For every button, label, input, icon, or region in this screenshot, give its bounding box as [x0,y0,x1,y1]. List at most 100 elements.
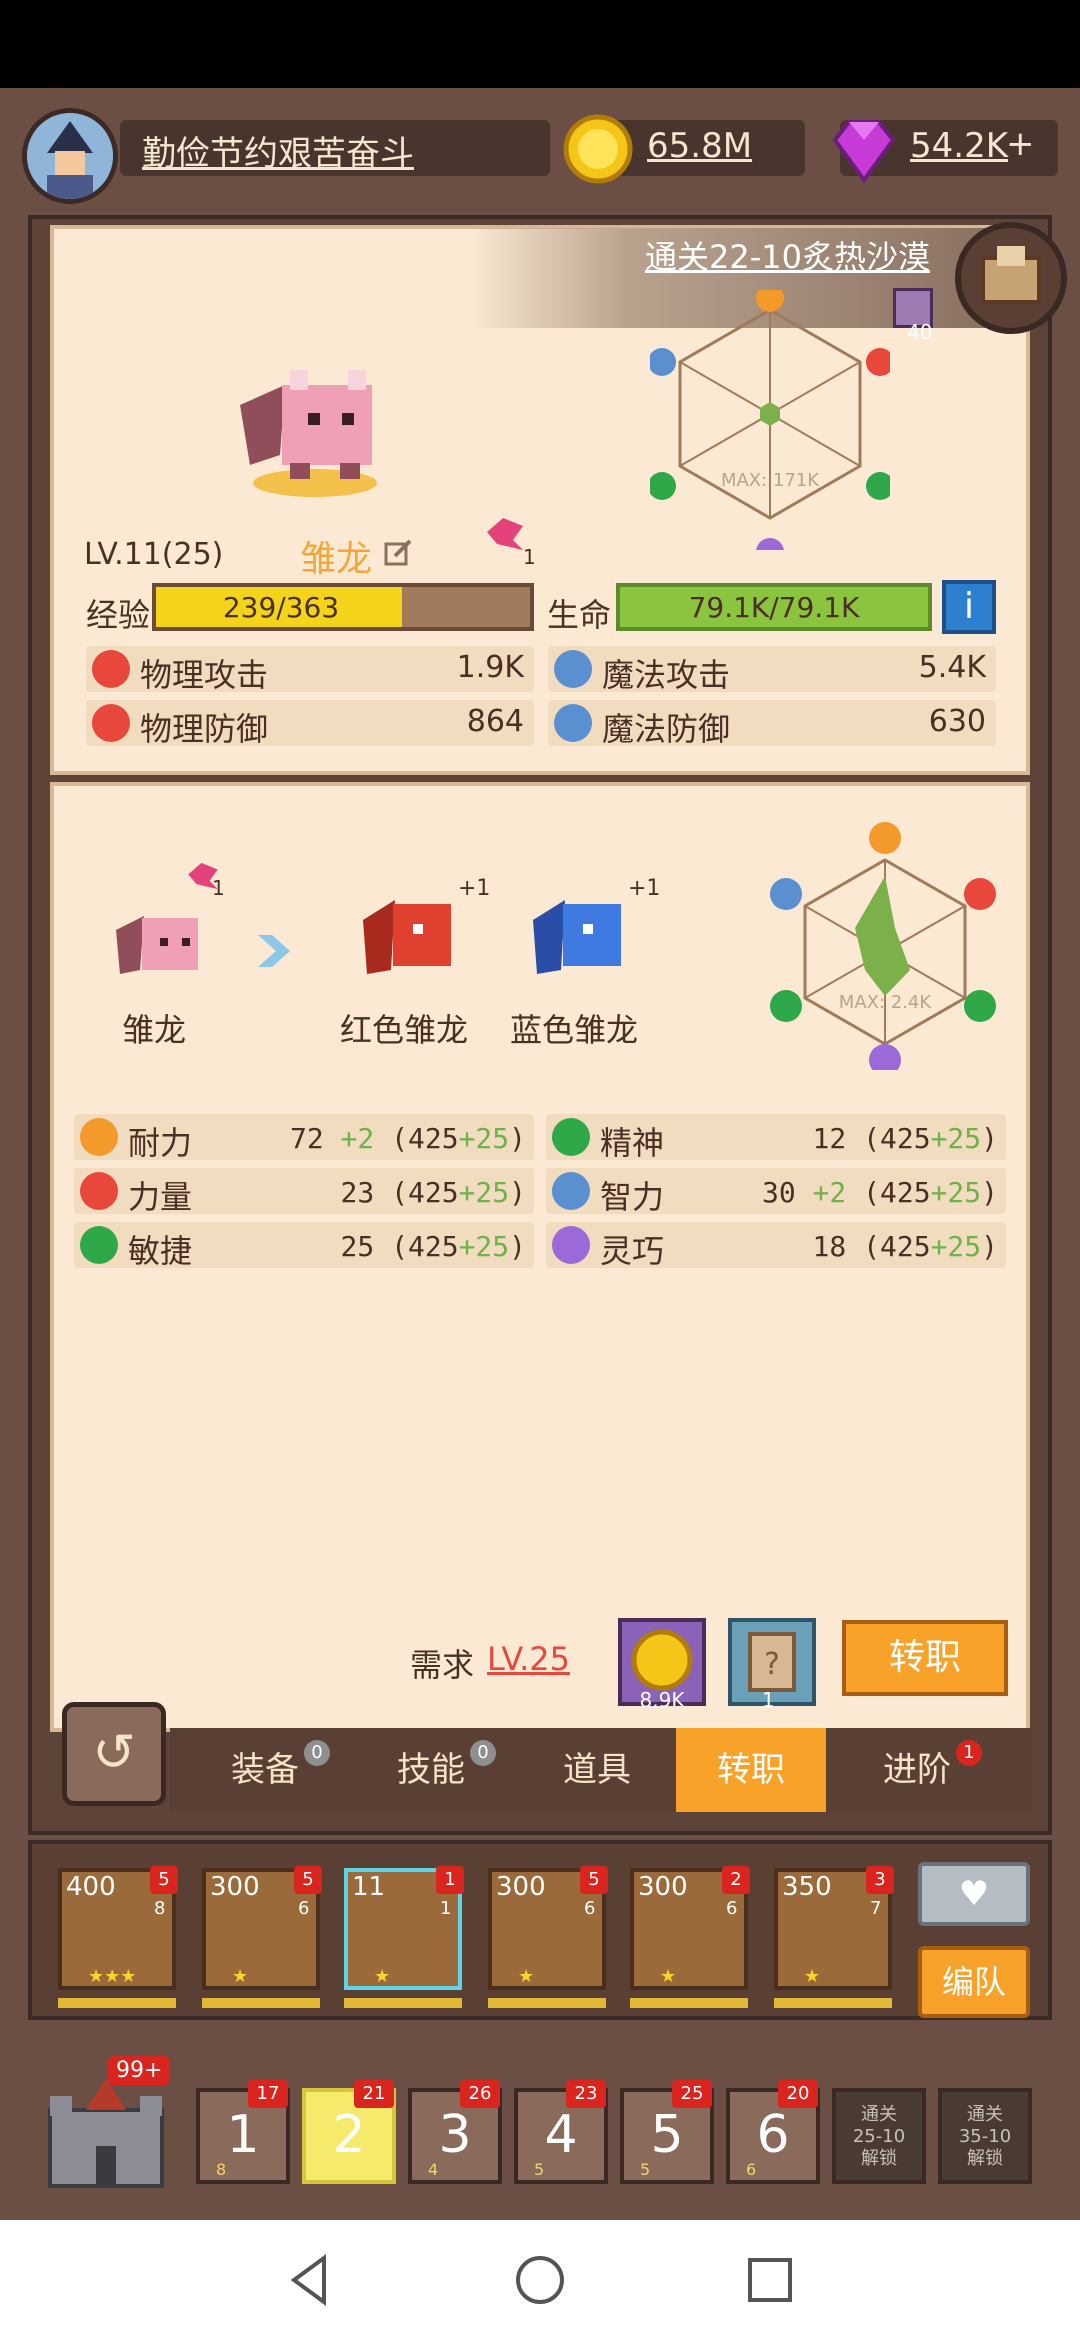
gold-coin-icon [563,114,633,184]
attribute-label: 敏捷 [128,1232,193,1270]
hero-level-bar [344,1998,462,2008]
pet-stats-radar: MAX: 171K [650,290,890,550]
attribute-base: 72 [289,1122,324,1155]
crystal-icon [554,704,592,742]
heart-button[interactable]: ♥ [918,1862,1030,1926]
red-dragon-sprite[interactable] [355,880,465,990]
locked-stage-text: 25-10 [852,2126,906,2147]
hero-badge: 5 [294,1866,322,1894]
home-nav-icon[interactable] [510,2250,570,2310]
exp-label: 经验 [86,596,151,634]
attribute-cap: 425 [879,1230,931,1263]
gem-amount[interactable]: 54.2K [910,126,1008,166]
stage-badge: 17 [248,2080,288,2108]
change-class-button[interactable]: 转职 [842,1620,1008,1696]
back-button[interactable]: ↺ [62,1702,166,1806]
stat-value: 1.9K [456,650,524,685]
attribute-base: 12 [812,1122,847,1155]
stage-badge: 20 [778,2080,818,2108]
attribute-bonus: +2 [340,1122,375,1155]
hero-level-bar [58,1998,176,2008]
locked-stage-text: 解锁 [861,2148,897,2169]
attribute-cap-bonus: +25 [930,1230,982,1263]
attribute-base: 23 [340,1176,375,1209]
evolution-token-count: 1 [523,545,536,569]
attribute-base: 30 [761,1176,796,1209]
recents-nav-icon[interactable] [740,2250,800,2310]
back-nav-icon[interactable] [280,2250,340,2310]
scroll-cost-value: 1 [762,1688,775,1712]
attribute-radar: MAX: 2.4K [770,822,996,1070]
baby-dragon-sprite [116,916,198,974]
hero-stars: ★ [518,1966,535,1987]
player-avatar[interactable] [22,108,118,204]
intellect-icon [552,1172,590,1210]
endurance-icon [80,1118,118,1156]
map-button[interactable] [955,222,1067,334]
attribute-label: 灵巧 [600,1232,665,1270]
attribute-cap: 425 [407,1122,459,1155]
attribute-label: 耐力 [128,1124,193,1162]
gold-amount[interactable]: 65.8M [647,126,752,166]
locked-stage-tile[interactable]: 通关 25-10 解锁 [832,2088,926,2184]
hero-sub-count: 6 [298,1898,310,1919]
requirement-label: 需求 [410,1646,475,1684]
attribute-cap-bonus: +25 [458,1230,510,1263]
sword-count: 40 [907,320,933,344]
info-button[interactable]: i [942,580,996,634]
hero-badge: 5 [580,1866,608,1894]
tab-badge: 0 [304,1740,330,1766]
stage-sub: 6 [746,2160,757,2179]
stage-badge: 25 [672,2080,712,2108]
red-dragon-bonus: +1 [458,876,491,901]
hero-badge: 2 [722,1866,750,1894]
locked-stage-tile[interactable]: 通关 35-10 解锁 [938,2088,1032,2184]
stat-label: 物理攻击 [140,656,269,694]
hp-label: 生命 [547,596,612,634]
hero-stars: ★ [232,1966,249,1987]
gold-cost-value: 8.9K [639,1688,685,1712]
stat-value: 864 [466,704,524,739]
hero-stars: ★★★ [88,1966,137,1987]
edit-name-icon[interactable] [383,538,413,568]
hero-level-bar [202,1998,320,2008]
stage-progress-text[interactable]: 通关22-10炙热沙漠 [645,232,930,278]
evolution-token-icon [487,518,523,550]
attribute-value: 23 (425+25) [340,1176,526,1209]
sword-icon [92,650,130,688]
attribute-base: 18 [812,1230,847,1263]
locked-stage-text: 通关 [861,2104,897,2125]
hero-sub-count: 8 [154,1898,166,1919]
status-bar [0,0,1080,88]
attribute-value: 30 +2 (425+25) [761,1176,998,1209]
stat-value: 630 [928,704,986,739]
hero-badge: 5 [150,1866,178,1894]
strength-icon [80,1172,118,1210]
attribute-label: 力量 [128,1178,193,1216]
tab-4[interactable]: 转职 [676,1728,826,1812]
blue-dragon-bonus: +1 [628,876,661,901]
attribute-value: 25 (425+25) [340,1230,526,1263]
locked-stage-text: 通关 [967,2104,1003,2125]
player-name[interactable]: 勤俭节约艰苦奋斗 [142,126,414,175]
blue-dragon-sprite[interactable] [525,880,635,990]
hero-number: 300 [496,1872,546,1902]
hero-sub-count: 1 [440,1898,452,1919]
hero-sub-count: 7 [870,1898,882,1919]
stat-label: 魔法防御 [602,710,731,748]
attribute-value: 18 (425+25) [812,1230,998,1263]
tab-badge: 0 [470,1740,496,1766]
radar-max-label: MAX: 2.4K [839,992,933,1013]
spirit-icon [552,1118,590,1156]
add-gems-button[interactable]: + [1006,124,1035,164]
formation-button[interactable]: 编队 [918,1946,1030,2018]
attribute-bonus: +2 [812,1176,847,1209]
hero-sub-count: 6 [584,1898,596,1919]
hero-stars: ★ [374,1966,391,1987]
tab-3[interactable]: 道具 [522,1728,672,1812]
tab-badge: 1 [956,1740,982,1766]
stage-badge: 21 [354,2080,394,2108]
gem-icon [832,120,896,184]
stage-badge: 23 [566,2080,606,2108]
red-dragon-name: 红色雏龙 [340,1011,469,1049]
